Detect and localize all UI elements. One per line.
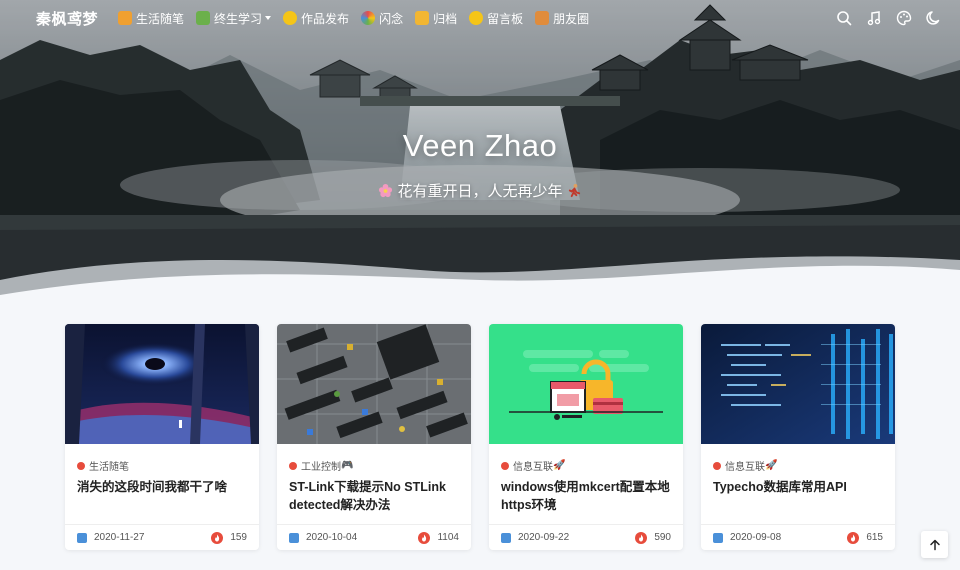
nav-item-label: 终生学习 [214, 11, 263, 26]
calendar-icon [501, 532, 511, 543]
post-views: 590 [654, 532, 671, 543]
post-category[interactable]: 生活随笔 [77, 458, 129, 473]
nav-item-friends[interactable]: 朋友圈 [535, 10, 589, 27]
arrow-up-icon [929, 539, 940, 550]
calendar-icon [77, 532, 87, 543]
fire-icon [211, 531, 224, 544]
post-title[interactable]: 消失的这段时间我都干了啥 [77, 478, 247, 496]
post-card[interactable]: 信息互联 🚀 Typecho数据库常用API 2020-09-08 615 [701, 324, 895, 550]
category-emoji: 🚀 [553, 460, 566, 471]
fire-icon [847, 531, 860, 544]
search-icon[interactable] [836, 10, 852, 26]
post-card[interactable]: 工业控制 🎮 ST-Link下载提示No STLink detected解决办法… [277, 324, 471, 550]
hero-subtitle-text: 花有重开日，人无再少年 [397, 183, 563, 200]
nav-item-learning[interactable]: 终生学习 [196, 10, 272, 27]
post-category[interactable]: 工业控制 🎮 [289, 458, 353, 473]
blossom-icon [379, 183, 393, 198]
post-date: 2020-11-27 [94, 532, 145, 543]
post-date: 2020-09-22 [518, 532, 570, 543]
hero-wave-divider [0, 256, 960, 302]
back-to-top-button[interactable] [921, 531, 948, 558]
category-label: 信息互联 [725, 462, 765, 473]
nav-item-label: 朋友圈 [553, 11, 590, 26]
category-label: 生活随笔 [89, 462, 129, 473]
hero-title: Veen Zhao [402, 128, 558, 163]
hero-subtitle: 花有重开日，人无再少年 [0, 180, 960, 201]
circuit-board-image [277, 324, 471, 444]
post-meta: 2020-11-27 159 [65, 524, 259, 550]
bulb-icon [283, 11, 298, 25]
post-thumbnail[interactable] [277, 324, 471, 444]
category-dot-icon [77, 461, 85, 470]
nav-item-life[interactable]: 生活随笔 [118, 10, 184, 27]
post-card[interactable]: 生活随笔 消失的这段时间我都干了啥 2020-11-27 159 [65, 324, 259, 550]
folder-icon [415, 11, 430, 25]
nav-item-label: 作品发布 [301, 11, 350, 26]
category-dot-icon [713, 461, 721, 470]
nav-item-label: 生活随笔 [136, 11, 185, 26]
post-views: 615 [866, 532, 883, 543]
moon-icon[interactable] [926, 10, 942, 26]
category-label: 信息互联 [513, 462, 553, 473]
post-views: 1104 [437, 532, 459, 543]
nav-item-label: 留言板 [487, 11, 524, 26]
nav-item-works[interactable]: 作品发布 [283, 10, 349, 27]
post-title[interactable]: windows使用mkcert配置本地https环境 [501, 478, 671, 514]
post-meta: 2020-09-08 615 [701, 524, 895, 550]
fire-icon [635, 531, 648, 544]
nav-item-label: 闪念 [379, 11, 404, 26]
nav-item-flash[interactable]: 闪念 [361, 10, 403, 27]
post-thumbnail[interactable] [489, 324, 683, 444]
top-navbar: 秦枫鸢梦 生活随笔 终生学习 作品发布 闪念 归档 留言板 朋友圈 [0, 0, 960, 36]
post-list: 生活随笔 消失的这段时间我都干了啥 2020-11-27 159 工业控制 🎮 … [65, 324, 895, 550]
nav-item-label: 归档 [433, 11, 458, 26]
space-window-image [65, 324, 259, 444]
post-title[interactable]: ST-Link下载提示No STLink detected解决办法 [289, 478, 459, 514]
post-date: 2020-09-08 [730, 532, 782, 543]
category-dot-icon [501, 461, 509, 470]
rainbow-icon [361, 11, 376, 25]
post-title[interactable]: Typecho数据库常用API [713, 478, 883, 496]
books-icon [196, 11, 211, 25]
post-date: 2020-10-04 [306, 532, 358, 543]
post-thumbnail[interactable] [65, 324, 259, 444]
calendar-icon [289, 532, 299, 543]
music-icon[interactable] [866, 10, 882, 26]
main-menu: 生活随笔 终生学习 作品发布 闪念 归档 留言板 朋友圈 [118, 10, 601, 27]
category-emoji: 🎮 [341, 460, 354, 471]
post-category[interactable]: 信息互联 🚀 [713, 458, 777, 473]
code-screen-image [701, 324, 895, 444]
pudding-icon [118, 11, 133, 25]
category-emoji: 🚀 [765, 460, 778, 471]
post-views: 159 [230, 532, 247, 543]
nav-item-archive[interactable]: 归档 [415, 10, 457, 27]
palette-icon[interactable] [896, 10, 912, 26]
nav-item-guestbook[interactable]: 留言板 [469, 10, 523, 27]
category-dot-icon [289, 461, 297, 470]
category-label: 工业控制 [301, 462, 341, 473]
post-card[interactable]: 信息互联 🚀 windows使用mkcert配置本地https环境 2020-0… [489, 324, 683, 550]
sandwich-icon [535, 11, 550, 25]
fire-icon [418, 531, 431, 544]
ssl-lock-image [489, 324, 683, 444]
calendar-icon [713, 532, 723, 543]
chevron-down-icon [265, 16, 272, 20]
site-brand[interactable]: 秦枫鸢梦 [36, 8, 98, 29]
post-meta: 2020-09-22 590 [489, 524, 683, 550]
post-category[interactable]: 信息互联 🚀 [501, 458, 565, 473]
runner-icon [568, 183, 580, 198]
hand-icon [469, 11, 484, 25]
post-thumbnail[interactable] [701, 324, 895, 444]
nav-tools [822, 10, 942, 26]
post-meta: 2020-10-04 1104 [277, 524, 471, 550]
